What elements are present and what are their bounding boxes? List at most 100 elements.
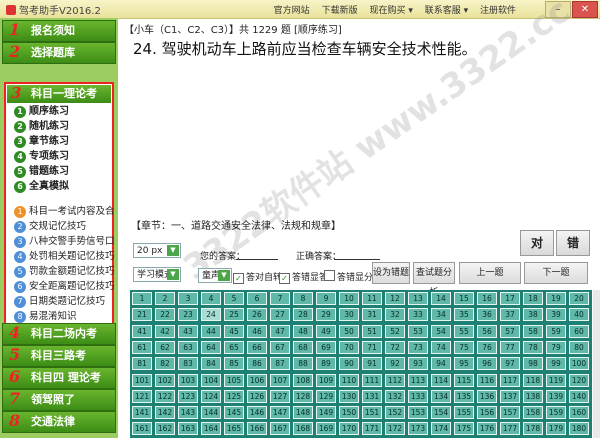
question-number-cell[interactable]: 60 — [569, 324, 589, 338]
question-number-cell[interactable]: 144 — [201, 406, 221, 420]
question-number-cell[interactable]: 165 — [224, 422, 244, 436]
question-number-cell[interactable]: 72 — [385, 340, 405, 354]
question-number-cell[interactable]: 95 — [454, 357, 474, 371]
question-number-cell[interactable]: 117 — [500, 373, 520, 387]
tip-item[interactable]: 1 科目一考试内容及合 — [14, 205, 115, 219]
question-number-cell[interactable]: 35 — [454, 308, 474, 322]
question-number-cell[interactable]: 107 — [270, 373, 290, 387]
question-number-cell[interactable]: 84 — [201, 357, 221, 371]
question-number-cell[interactable]: 175 — [454, 422, 474, 436]
mode-select[interactable]: 学习模式 ▼ — [133, 267, 181, 282]
question-number-cell[interactable]: 179 — [546, 422, 566, 436]
question-number-cell[interactable]: 11 — [362, 292, 382, 305]
question-number-cell[interactable]: 164 — [201, 422, 221, 436]
question-number-cell[interactable]: 135 — [454, 389, 474, 403]
tip-item[interactable]: 4 处罚相关题记忆技巧 — [14, 250, 115, 264]
question-number-cell[interactable]: 69 — [316, 340, 336, 354]
question-number-cell[interactable]: 44 — [201, 324, 221, 338]
menu-support[interactable]: 联系客服 ▾ — [425, 6, 468, 16]
tip-item[interactable]: 7 日期类题记忆技巧 — [14, 295, 105, 309]
question-number-cell[interactable]: 129 — [316, 389, 336, 403]
question-number-cell[interactable]: 136 — [477, 389, 497, 403]
question-number-cell[interactable]: 154 — [431, 406, 451, 420]
question-number-cell[interactable]: 70 — [339, 340, 359, 354]
question-number-cell[interactable]: 155 — [454, 406, 474, 420]
question-number-cell[interactable]: 42 — [155, 324, 175, 338]
question-number-cell[interactable]: 162 — [155, 422, 175, 436]
question-number-cell[interactable]: 112 — [385, 373, 405, 387]
question-number-cell[interactable]: 163 — [178, 422, 198, 436]
question-number-cell[interactable]: 125 — [224, 389, 244, 403]
question-number-cell[interactable]: 124 — [201, 389, 221, 403]
question-number-cell[interactable]: 32 — [385, 308, 405, 322]
question-number-cell[interactable]: 88 — [293, 357, 313, 371]
question-number-cell[interactable]: 52 — [385, 324, 405, 338]
question-number-cell[interactable]: 24 — [201, 308, 221, 322]
question-number-cell[interactable]: 9 — [316, 292, 336, 305]
question-number-cell[interactable]: 156 — [477, 406, 497, 420]
question-number-cell[interactable]: 148 — [293, 406, 313, 420]
question-number-cell[interactable]: 121 — [132, 389, 152, 403]
question-number-cell[interactable]: 4 — [201, 292, 221, 305]
question-number-cell[interactable]: 120 — [569, 373, 589, 387]
practice-chapter[interactable]: 3 章节练习 — [14, 135, 69, 149]
question-number-cell[interactable]: 76 — [477, 340, 497, 354]
question-number-cell[interactable]: 8 — [293, 292, 313, 305]
question-number-cell[interactable]: 63 — [178, 340, 198, 354]
question-number-cell[interactable]: 115 — [454, 373, 474, 387]
question-number-cell[interactable]: 29 — [316, 308, 336, 322]
question-number-cell[interactable]: 142 — [155, 406, 175, 420]
question-number-cell[interactable]: 26 — [247, 308, 267, 322]
question-number-cell[interactable]: 152 — [385, 406, 405, 420]
question-number-cell[interactable]: 47 — [270, 324, 290, 338]
prev-question-button[interactable]: 上一题 — [459, 262, 521, 284]
question-number-cell[interactable]: 99 — [546, 357, 566, 371]
question-number-cell[interactable]: 71 — [362, 340, 382, 354]
question-number-cell[interactable]: 15 — [454, 292, 474, 305]
question-number-cell[interactable]: 25 — [224, 308, 244, 322]
question-number-cell[interactable]: 134 — [431, 389, 451, 403]
menu-official-site[interactable]: 官方网站 — [274, 6, 310, 16]
question-number-cell[interactable]: 65 — [224, 340, 244, 354]
question-number-cell[interactable]: 79 — [546, 340, 566, 354]
question-number-cell[interactable]: 10 — [339, 292, 359, 305]
question-number-cell[interactable]: 27 — [270, 308, 290, 322]
question-number-cell[interactable]: 16 — [477, 292, 497, 305]
question-number-cell[interactable]: 168 — [293, 422, 313, 436]
question-number-cell[interactable]: 108 — [293, 373, 313, 387]
question-number-cell[interactable]: 39 — [546, 308, 566, 322]
question-number-cell[interactable]: 59 — [546, 324, 566, 338]
tip-item[interactable]: 5 罚款金额题记忆技巧 — [14, 265, 115, 279]
question-number-cell[interactable]: 161 — [132, 422, 152, 436]
sidebar-item-registration[interactable]: 1 报名须知 — [2, 20, 116, 42]
question-number-cell[interactable]: 171 — [362, 422, 382, 436]
question-number-cell[interactable]: 90 — [339, 357, 359, 371]
sidebar-item-traffic-law[interactable]: 8 交通法律 — [2, 411, 116, 433]
question-number-cell[interactable]: 103 — [178, 373, 198, 387]
question-number-cell[interactable]: 146 — [247, 406, 267, 420]
question-number-cell[interactable]: 101 — [132, 373, 152, 387]
question-number-cell[interactable]: 89 — [316, 357, 336, 371]
question-number-cell[interactable]: 128 — [293, 389, 313, 403]
question-number-cell[interactable]: 3 — [178, 292, 198, 305]
mark-wrong-button[interactable]: 设为错题 — [372, 262, 410, 284]
question-number-cell[interactable]: 37 — [500, 308, 520, 322]
question-number-cell[interactable]: 81 — [132, 357, 152, 371]
question-number-cell[interactable]: 138 — [523, 389, 543, 403]
question-number-cell[interactable]: 94 — [431, 357, 451, 371]
show-score-checkbox[interactable]: 答错显分 — [324, 270, 373, 283]
question-number-cell[interactable]: 180 — [569, 422, 589, 436]
question-number-cell[interactable]: 131 — [362, 389, 382, 403]
question-number-cell[interactable]: 38 — [523, 308, 543, 322]
question-number-cell[interactable]: 30 — [339, 308, 359, 322]
question-number-cell[interactable]: 132 — [385, 389, 405, 403]
sidebar-item-subject-one[interactable]: 3 科目一理论考 — [7, 84, 111, 103]
sidebar-item-question-bank[interactable]: 2 选择题库 — [2, 42, 116, 64]
question-number-cell[interactable]: 118 — [523, 373, 543, 387]
question-number-cell[interactable]: 98 — [523, 357, 543, 371]
question-number-cell[interactable]: 53 — [408, 324, 428, 338]
answer-true-button[interactable]: 对 — [520, 230, 554, 256]
question-number-cell[interactable]: 167 — [270, 422, 290, 436]
question-number-cell[interactable]: 92 — [385, 357, 405, 371]
question-number-cell[interactable]: 41 — [132, 324, 152, 338]
